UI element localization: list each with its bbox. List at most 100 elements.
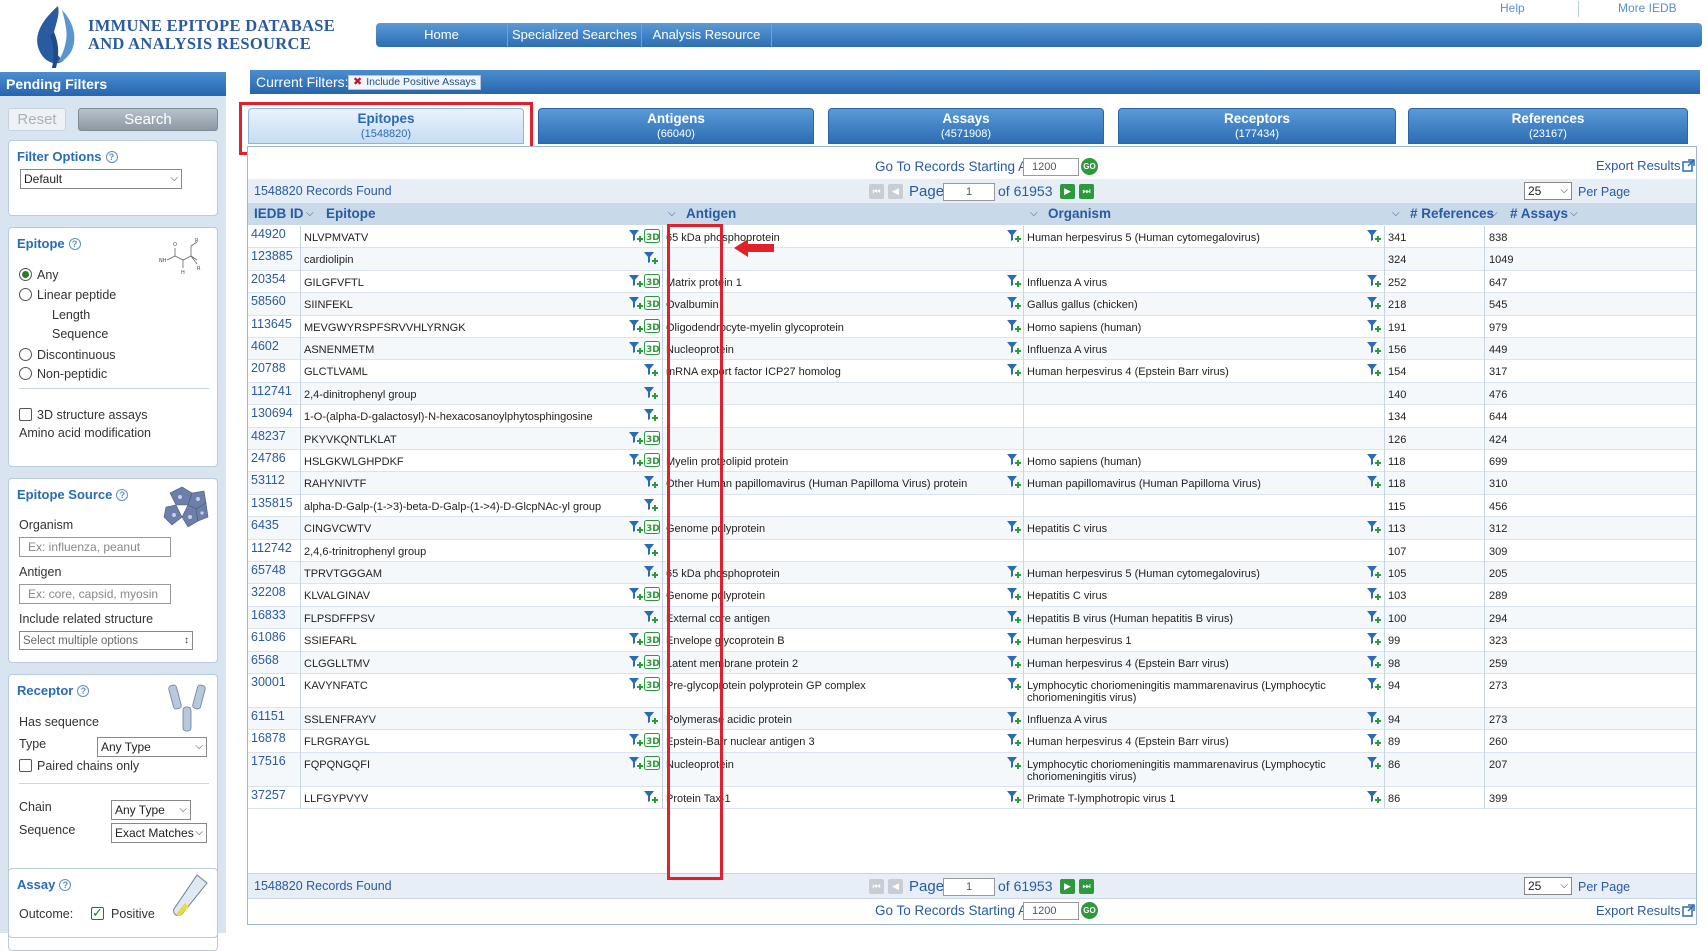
3d-structure-icon[interactable]: 3D bbox=[644, 273, 660, 288]
filter-add-icon[interactable] bbox=[1006, 475, 1022, 489]
per-page-select-bottom[interactable]: 25 ⌵ bbox=[1524, 877, 1572, 895]
filter-add-icon[interactable] bbox=[1366, 274, 1382, 288]
sort-icon[interactable]: ⌵ bbox=[1570, 203, 1578, 225]
filter-add-icon[interactable] bbox=[643, 565, 659, 579]
filter-add-icon[interactable] bbox=[1366, 363, 1382, 377]
filter-add-icon[interactable] bbox=[1366, 319, 1382, 333]
export-results-link-bottom[interactable]: Export Results bbox=[1596, 903, 1681, 918]
sort-icon[interactable]: ⌵ bbox=[1030, 203, 1038, 225]
iedb-id-link[interactable]: 61086 bbox=[251, 630, 286, 644]
filter-add-icon[interactable] bbox=[1006, 296, 1022, 310]
iedb-id-link[interactable]: 61151 bbox=[251, 709, 285, 723]
prev-page-icon[interactable]: ◀ bbox=[888, 184, 903, 199]
filter-add-icon[interactable] bbox=[628, 520, 644, 534]
iedb-id-link[interactable]: 6568 bbox=[251, 653, 279, 667]
amino-acid-modification-label[interactable]: Amino acid modification bbox=[19, 426, 151, 440]
filter-add-icon[interactable] bbox=[1366, 655, 1382, 669]
search-button[interactable]: Search bbox=[78, 108, 218, 131]
filter-add-icon[interactable] bbox=[1006, 363, 1022, 377]
filter-add-icon[interactable] bbox=[643, 251, 659, 265]
help-icon[interactable]: ? bbox=[59, 879, 72, 891]
help-icon[interactable]: ? bbox=[105, 151, 118, 163]
filter-add-icon[interactable] bbox=[1006, 632, 1022, 646]
filter-add-icon[interactable] bbox=[643, 610, 659, 624]
nav-analysis-resource[interactable]: Analysis Resource bbox=[642, 23, 772, 47]
goto-input-bottom[interactable]: 1200 bbox=[1023, 902, 1079, 920]
prev-page-icon[interactable]: ◀ bbox=[888, 879, 903, 894]
filter-add-icon[interactable] bbox=[628, 274, 644, 288]
3d-structure-icon[interactable]: 3D bbox=[644, 341, 660, 355]
receptor-sequence-select[interactable]: Exact Matches ⌵ bbox=[111, 823, 207, 843]
epitope-linear-radio[interactable] bbox=[19, 288, 32, 301]
per-page-select[interactable]: 25 ⌵ bbox=[1524, 182, 1572, 200]
go-button-icon[interactable]: GO bbox=[1081, 902, 1098, 919]
related-structure-select[interactable]: Select multiple options ↕ bbox=[19, 631, 193, 650]
has-sequence-label[interactable]: Has sequence bbox=[19, 715, 99, 729]
sort-icon[interactable]: ⌵ bbox=[1490, 203, 1498, 225]
filter-add-icon[interactable] bbox=[628, 453, 644, 467]
filter-add-icon[interactable] bbox=[1006, 341, 1022, 355]
iedb-id-link[interactable]: 58560 bbox=[251, 294, 286, 308]
iedb-id-link[interactable]: 24786 bbox=[251, 451, 286, 465]
filter-add-icon[interactable] bbox=[1366, 341, 1382, 355]
page-input[interactable]: 1 bbox=[943, 183, 995, 201]
3d-structure-icon[interactable]: 3D bbox=[644, 229, 660, 243]
last-page-icon[interactable]: ⏭ bbox=[1079, 879, 1094, 894]
3d-structure-icon[interactable]: 3D bbox=[644, 520, 660, 535]
filter-add-icon[interactable] bbox=[643, 711, 659, 725]
next-page-icon[interactable]: ▶ bbox=[1060, 184, 1075, 199]
filter-add-icon[interactable] bbox=[1006, 453, 1022, 467]
filter-add-icon[interactable] bbox=[1366, 296, 1382, 310]
last-page-icon[interactable]: ⏭ bbox=[1079, 184, 1094, 199]
sort-icon[interactable]: ⌵ bbox=[306, 203, 314, 225]
filter-add-icon[interactable] bbox=[1366, 475, 1382, 489]
3d-structure-icon[interactable]: 3D bbox=[644, 296, 660, 311]
iedb-id-link[interactable]: 53112 bbox=[251, 473, 285, 487]
filter-add-icon[interactable] bbox=[1006, 274, 1022, 288]
iedb-id-link[interactable]: 17516 bbox=[251, 754, 286, 768]
iedb-id-link[interactable]: 135815 bbox=[251, 496, 293, 510]
filter-add-icon[interactable] bbox=[1006, 756, 1022, 770]
epitope-sequence-label[interactable]: Sequence bbox=[52, 327, 108, 341]
filter-add-icon[interactable] bbox=[1366, 677, 1382, 691]
filter-add-icon[interactable] bbox=[628, 632, 644, 646]
first-page-icon[interactable]: ⏮ bbox=[869, 184, 884, 199]
filter-add-icon[interactable] bbox=[628, 341, 644, 355]
3d-structure-icon[interactable]: 3D bbox=[644, 755, 660, 770]
iedb-id-link[interactable]: 4602 bbox=[251, 339, 279, 353]
filter-add-icon[interactable] bbox=[628, 733, 644, 747]
iedb-id-link[interactable]: 44920 bbox=[251, 227, 286, 241]
filter-add-icon[interactable] bbox=[1006, 790, 1022, 804]
col-iedb-id[interactable]: IEDB ID bbox=[254, 203, 304, 225]
iedb-id-link[interactable]: 16878 bbox=[251, 731, 286, 745]
filter-add-icon[interactable] bbox=[628, 756, 644, 770]
structure-assays-checkbox[interactable] bbox=[19, 408, 32, 421]
filter-add-icon[interactable] bbox=[643, 475, 659, 489]
filter-add-icon[interactable] bbox=[628, 229, 644, 243]
paired-chains-checkbox[interactable] bbox=[19, 759, 32, 772]
help-icon[interactable]: ? bbox=[68, 238, 81, 250]
filter-add-icon[interactable] bbox=[643, 498, 659, 512]
filter-add-icon[interactable] bbox=[628, 296, 644, 310]
filter-add-icon[interactable] bbox=[1366, 520, 1382, 534]
filter-add-icon[interactable] bbox=[628, 655, 644, 669]
go-button-icon[interactable]: GO bbox=[1081, 158, 1098, 175]
iedb-id-link[interactable]: 20788 bbox=[251, 361, 286, 375]
filter-add-icon[interactable] bbox=[1006, 229, 1022, 243]
nav-specialized-searches[interactable]: Specialized Searches bbox=[508, 23, 642, 47]
tab-receptors[interactable]: Receptors (177434) bbox=[1118, 108, 1396, 144]
organism-input[interactable]: Ex: influenza, peanut bbox=[19, 537, 171, 557]
iedb-id-link[interactable]: 130694 bbox=[251, 406, 293, 420]
next-page-icon[interactable]: ▶ bbox=[1060, 879, 1075, 894]
receptor-type-select[interactable]: Any Type ⌵ bbox=[97, 737, 207, 757]
3d-structure-icon[interactable]: 3D bbox=[644, 654, 660, 669]
iedb-logo[interactable]: IMMUNE EPITOPE DATABASE AND ANALYSIS RES… bbox=[28, 2, 335, 70]
col-organism[interactable]: Organism bbox=[1048, 203, 1111, 225]
3d-structure-icon[interactable]: 3D bbox=[644, 430, 660, 445]
3d-structure-icon[interactable]: 3D bbox=[644, 632, 660, 647]
export-results-link[interactable]: Export Results bbox=[1596, 158, 1681, 173]
filter-add-icon[interactable] bbox=[1366, 229, 1382, 243]
filter-add-icon[interactable] bbox=[628, 587, 644, 601]
iedb-id-link[interactable]: 32208 bbox=[251, 585, 286, 599]
filter-add-icon[interactable] bbox=[1366, 711, 1382, 725]
